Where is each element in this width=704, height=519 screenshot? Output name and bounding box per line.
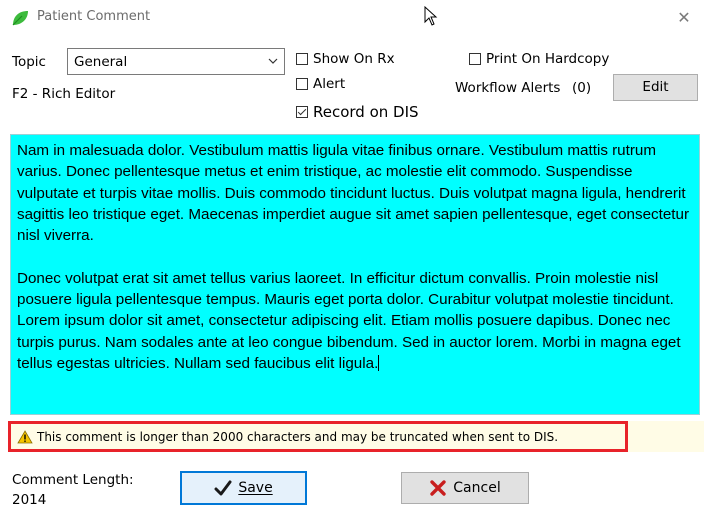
comment-paragraph: Nam in malesuada dolor. Vestibulum matti… (17, 142, 690, 245)
chevron-down-icon (268, 58, 278, 64)
save-label: Save (238, 480, 273, 496)
title-bar: Patient Comment ✕ (0, 0, 704, 36)
window-title: Patient Comment (37, 9, 151, 24)
comment-editor[interactable]: Nam in malesuada dolor. Vestibulum matti… (10, 134, 700, 415)
cancel-button[interactable]: Cancel (401, 472, 529, 504)
workflow-alerts-count: (0) (572, 80, 592, 96)
record-on-dis-label: Record on DIS (313, 103, 419, 121)
leaf-app-icon (12, 11, 28, 26)
comment-paragraph-text: Donec volutpat erat sit amet tellus vari… (17, 269, 681, 372)
print-on-hardcopy-label: Print On Hardcopy (486, 51, 610, 67)
topic-label: Topic (12, 54, 46, 70)
workflow-alerts-label: Workflow Alerts (455, 80, 561, 96)
checkmark-icon (214, 480, 232, 496)
alert-label: Alert (313, 76, 346, 92)
red-x-icon (430, 480, 446, 496)
comment-length-value: 2014 (12, 492, 47, 508)
topic-select-value: General (74, 54, 128, 70)
record-on-dis-checkbox[interactable]: Record on DIS (296, 103, 419, 121)
show-on-rx-box (296, 53, 308, 65)
cancel-label: Cancel (453, 480, 501, 496)
alert-checkbox[interactable]: Alert (296, 76, 345, 92)
comment-length-label: Comment Length: (12, 472, 134, 488)
close-button[interactable]: ✕ (672, 6, 696, 30)
topic-select[interactable]: General (67, 48, 285, 75)
text-caret (378, 354, 380, 371)
edit-workflow-alerts-button[interactable]: Edit (613, 74, 698, 101)
warning-bar-extension (628, 421, 704, 452)
record-on-dis-box (296, 106, 308, 118)
alert-box (296, 78, 308, 90)
length-warning-bar: This comment is longer than 2000 charact… (8, 421, 628, 452)
comment-paragraph: Donec volutpat erat sit amet tellus vari… (17, 268, 693, 374)
rich-editor-hint: F2 - Rich Editor (12, 86, 116, 102)
show-on-rx-label: Show On Rx (313, 51, 395, 67)
save-button[interactable]: Save (180, 471, 307, 505)
print-on-hardcopy-box (469, 53, 481, 65)
mouse-pointer-icon (424, 6, 438, 26)
show-on-rx-checkbox[interactable]: Show On Rx (296, 51, 395, 67)
print-on-hardcopy-checkbox[interactable]: Print On Hardcopy (469, 51, 609, 67)
warning-text: This comment is longer than 2000 charact… (37, 430, 559, 444)
warning-triangle-icon (17, 430, 33, 444)
